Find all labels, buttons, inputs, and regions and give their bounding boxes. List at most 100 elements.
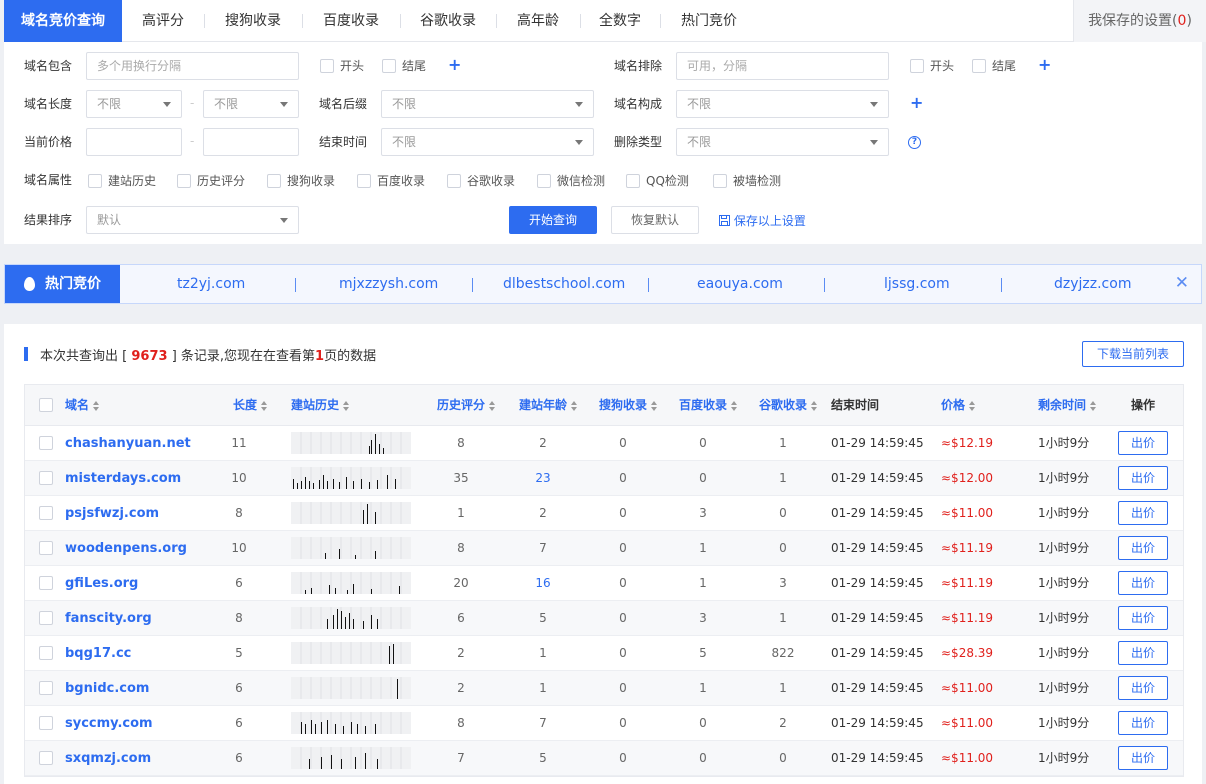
results-table: 域名 长度 建站历史 历史评分 建站年龄 搜狗收录 百度收录 谷歌收录 结束时间… (24, 384, 1184, 777)
bid-button[interactable]: 出价 (1118, 641, 1168, 665)
domain-exclude-input[interactable]: 可用，分隔 (676, 52, 889, 80)
saved-settings-paren: ) (1186, 13, 1192, 29)
domain-link[interactable]: psjsfwzj.com (65, 496, 159, 531)
delete-type-label: 删除类型 (614, 135, 663, 149)
select-all-checkbox[interactable] (39, 398, 53, 412)
bid-button[interactable]: 出价 (1118, 431, 1168, 455)
bid-button[interactable]: 出价 (1118, 676, 1168, 700)
delete-type-select[interactable]: 不限 (676, 128, 889, 156)
add-exclude-plus-icon[interactable]: + (1038, 57, 1051, 73)
tab-high-score[interactable]: 高评分 (122, 0, 204, 42)
row-checkbox[interactable] (39, 576, 53, 590)
exclude-start-checkbox[interactable] (910, 59, 924, 73)
col-domain[interactable]: 域名 (65, 385, 100, 426)
hot-domain-link[interactable]: dlbestschool.com (503, 265, 625, 303)
domain-link[interactable]: fanscity.org (65, 601, 152, 636)
tab-sogou-index[interactable]: 搜狗收录 (204, 0, 302, 42)
hot-domain-link[interactable]: eaouya.com (697, 265, 783, 303)
cell-age: 2 (539, 436, 547, 450)
tab-baidu-index[interactable]: 百度收录 (302, 0, 400, 42)
row-checkbox[interactable] (39, 681, 53, 695)
col-history[interactable]: 建站历史 (291, 385, 350, 426)
domain-link[interactable]: misterdays.com (65, 461, 181, 496)
hot-domain-link[interactable]: tz2yj.com (177, 265, 245, 303)
domain-link[interactable]: sxqmzj.com (65, 741, 151, 776)
save-settings-link[interactable]: 保存以上设置 (719, 212, 806, 229)
col-length[interactable]: 长度 (233, 385, 268, 426)
tab-high-age[interactable]: 高年龄 (496, 0, 580, 42)
bid-button[interactable]: 出价 (1118, 606, 1168, 630)
row-checkbox[interactable] (39, 436, 53, 450)
attr-checkbox[interactable] (267, 174, 281, 188)
domain-link[interactable]: woodenpens.org (65, 531, 187, 566)
chevron-down-icon (280, 102, 288, 107)
col-baidu[interactable]: 百度收录 (679, 385, 738, 426)
attr-checkbox[interactable] (88, 174, 102, 188)
sort-icon (731, 400, 738, 411)
attr-checkbox[interactable] (357, 174, 371, 188)
close-icon[interactable]: ✕ (1175, 274, 1189, 292)
cell-remain: 1小时9分 (1038, 471, 1090, 485)
end-time-select[interactable]: 不限 (381, 128, 594, 156)
reset-button[interactable]: 恢复默认 (611, 206, 699, 234)
add-contain-plus-icon[interactable]: + (448, 57, 461, 73)
price-min-input[interactable] (86, 128, 182, 156)
col-remain[interactable]: 剩余时间 (1038, 385, 1097, 426)
domain-contain-input[interactable]: 多个用换行分隔 (86, 52, 299, 80)
col-sogou[interactable]: 搜狗收录 (599, 385, 658, 426)
row-checkbox[interactable] (39, 716, 53, 730)
sort-icon (343, 400, 350, 411)
row-checkbox[interactable] (39, 611, 53, 625)
hot-domain-link[interactable]: dzyjzz.com (1054, 265, 1131, 303)
sort-select[interactable]: 默认 (86, 206, 299, 234)
saved-settings-link[interactable]: 我保存的设置(0) (1073, 0, 1206, 42)
bid-button[interactable]: 出价 (1118, 466, 1168, 490)
domain-link[interactable]: gfiLes.org (65, 566, 138, 601)
domain-link[interactable]: syccmy.com (65, 706, 153, 741)
tab-all-numeric[interactable]: 全数字 (580, 0, 660, 42)
search-button[interactable]: 开始查询 (509, 206, 597, 234)
attr-checkbox[interactable] (447, 174, 461, 188)
bid-button[interactable]: 出价 (1118, 501, 1168, 525)
suffix-select[interactable]: 不限 (381, 90, 594, 118)
tab-google-index[interactable]: 谷歌收录 (400, 0, 496, 42)
col-age[interactable]: 建站年龄 (519, 385, 578, 426)
add-compose-plus-icon[interactable]: + (910, 95, 923, 111)
contain-start-checkbox[interactable] (320, 59, 334, 73)
col-hscore[interactable]: 历史评分 (437, 385, 496, 426)
hot-domain-link[interactable]: ljssg.com (884, 265, 950, 303)
domain-link[interactable]: bgnidc.com (65, 671, 149, 706)
bid-button[interactable]: 出价 (1118, 746, 1168, 770)
hot-domain-link[interactable]: mjxzzysh.com (339, 265, 438, 303)
row-checkbox[interactable] (39, 541, 53, 555)
contain-end-checkbox[interactable] (382, 59, 396, 73)
row-checkbox[interactable] (39, 751, 53, 765)
domain-link[interactable]: bqg17.cc (65, 636, 131, 671)
attr-checkbox[interactable] (177, 174, 191, 188)
attr-checkbox[interactable] (713, 174, 727, 188)
row-checkbox[interactable] (39, 471, 53, 485)
row-checkbox[interactable] (39, 646, 53, 660)
bid-button[interactable]: 出价 (1118, 571, 1168, 595)
download-list-button[interactable]: 下载当前列表 (1082, 341, 1184, 367)
tab-domain-auction-query[interactable]: 域名竞价查询 (4, 0, 122, 42)
length-max-select[interactable]: 不限 (203, 90, 299, 118)
col-google[interactable]: 谷歌收录 (759, 385, 818, 426)
price-max-input[interactable] (203, 128, 299, 156)
bid-button[interactable]: 出价 (1118, 711, 1168, 735)
cell-remain: 1小时9分 (1038, 436, 1090, 450)
col-price-label: 价格 (941, 398, 966, 412)
exclude-end-checkbox[interactable] (972, 59, 986, 73)
length-min-select[interactable]: 不限 (86, 90, 182, 118)
attr-checkbox[interactable] (626, 174, 640, 188)
attr-checkbox[interactable] (537, 174, 551, 188)
domain-link[interactable]: chashanyuan.net (65, 426, 191, 461)
compose-select[interactable]: 不限 (676, 90, 889, 118)
help-question-icon[interactable]: ? (908, 136, 921, 149)
bid-button[interactable]: 出价 (1118, 536, 1168, 560)
col-price[interactable]: 价格 (941, 385, 976, 426)
cell-remain: 1小时9分 (1038, 576, 1090, 590)
cell-hscore: 1 (457, 506, 465, 520)
row-checkbox[interactable] (39, 506, 53, 520)
tab-hot-auction[interactable]: 热门竞价 (660, 0, 758, 42)
